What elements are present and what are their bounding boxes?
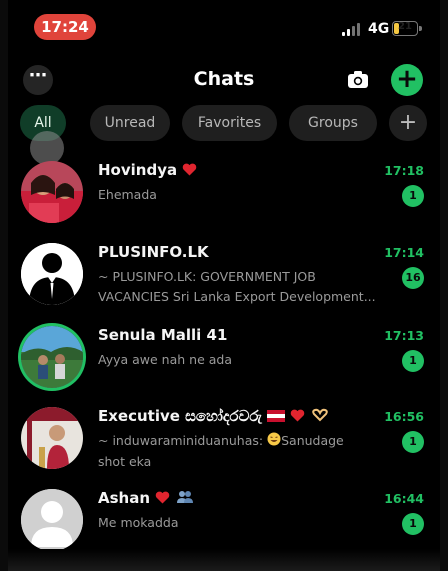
unread-badge: 1 [402,513,424,535]
chat-time: 17:13 [384,328,424,343]
touch-indicator [30,131,64,165]
unread-badge: 1 [402,431,424,453]
people-icon [176,490,194,508]
red-heart-icon [155,490,170,508]
page-title: Chats [193,68,255,90]
battery-level: 21 [398,21,412,32]
camera-icon[interactable] [346,68,370,92]
network-type: 4G [368,21,390,37]
filter-favorites[interactable]: Favorites [182,105,277,141]
avatar [21,243,83,305]
chat-preview: Ayya awe nah ne ada [98,352,232,367]
red-heart-icon [182,162,197,180]
chat-name: Hovindya [98,161,197,180]
unread-badge: 1 [402,185,424,207]
avatar [21,489,83,551]
chat-name: Senula Malli 41 [98,326,228,344]
unread-badge: 16 [402,267,424,289]
chats-header: ⋯ Chats + [8,62,440,98]
chat-name: Executive සහෝදරවරු [98,407,329,426]
chat-time: 17:14 [384,245,424,260]
status-bar: 17:24 4G 21 [8,14,440,44]
laughing-emoji-icon [267,432,281,452]
signal-icon [342,22,364,36]
chat-row-hovindya[interactable]: Hovindya Ehemada 17:18 1 [8,161,440,241]
filter-groups[interactable]: Groups [289,105,377,141]
app-frame: 17:24 4G 21 ⋯ Chats + All Unread Favorit… [8,0,440,571]
chat-time: 16:44 [384,491,424,506]
filter-unread[interactable]: Unread [90,105,170,141]
chat-time: 17:18 [384,163,424,178]
chat-row-plusinfo[interactable]: PLUSINFO.LK ~ PLUSINFO.LK: GOVERNMENT JO… [8,243,440,323]
avatar [21,407,83,469]
unread-badge: 1 [402,350,424,372]
status-time: 17:24 [34,14,96,40]
red-heart-icon [290,408,305,426]
chat-preview: Ehemada [98,187,157,202]
bottom-edge [8,549,440,571]
chat-row-senula[interactable]: Senula Malli 41 Ayya awe nah ne ada 17:1… [8,326,440,406]
chat-time: 16:56 [384,409,424,424]
flag-icon [267,408,286,426]
chat-preview: ~ induwaraminiduanuhas: Sanudage shot ek… [98,432,344,469]
chat-row-executive[interactable]: Executive සහෝදරවරු ~ induwaraminiduanuha… [8,407,440,487]
avatar [21,161,83,223]
avatar [21,326,83,388]
chat-name: PLUSINFO.LK [98,243,209,261]
heart-hands-icon [311,408,329,426]
chat-preview: ~ PLUSINFO.LK: GOVERNMENT JOB VACANCIES … [98,269,376,304]
chat-name: Ashan [98,489,194,508]
new-chat-button[interactable]: + [391,64,423,96]
add-filter-button[interactable]: + [389,105,427,141]
battery-icon: 21 [392,21,422,36]
filter-chips: All Unread Favorites Groups + [20,105,430,141]
chat-preview: Me mokadda [98,515,179,530]
